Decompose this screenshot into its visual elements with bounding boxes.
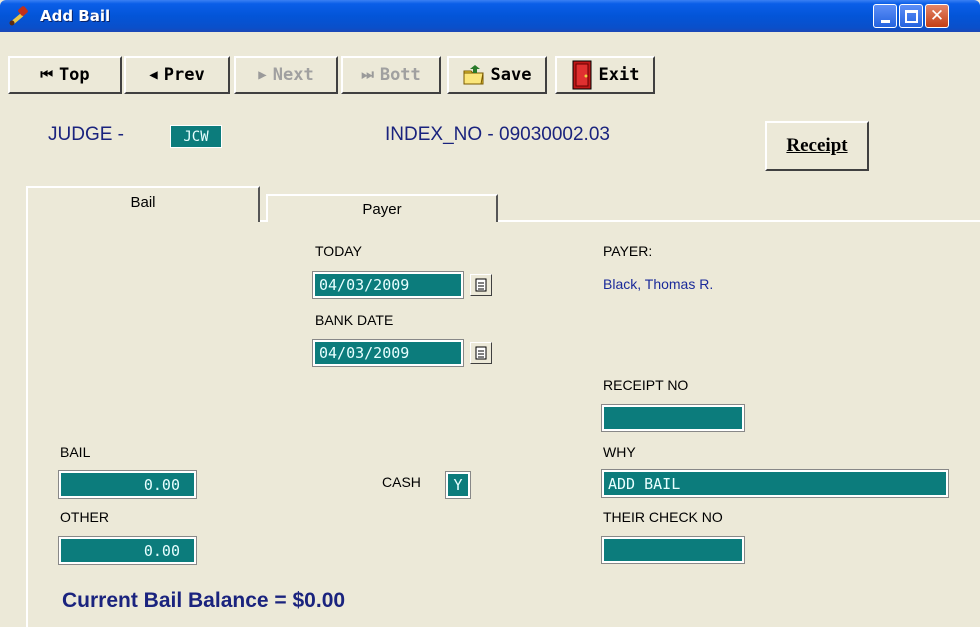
index-number: INDEX_NO - 09030002.03 [385, 124, 610, 145]
other-amount-field[interactable]: 0.00 [58, 536, 197, 565]
window-title: Add Bail [40, 7, 111, 25]
why-field[interactable]: ADD BAIL [601, 469, 949, 498]
today-label: TODAY [315, 243, 362, 259]
prev-button[interactable]: ◀ Prev [124, 56, 230, 94]
their-check-no-label: THEIR CHECK NO [603, 509, 723, 525]
exit-button-label: Exit [598, 65, 640, 85]
maximize-icon [904, 9, 918, 23]
receipt-button[interactable]: Receipt [765, 121, 869, 171]
tab-payer[interactable]: Payer [266, 194, 498, 222]
folder-save-icon [463, 65, 484, 85]
their-check-no-field[interactable] [601, 536, 745, 564]
receipt-no-label: RECEIPT NO [603, 377, 689, 393]
gavel-icon [9, 6, 28, 26]
receipt-button-label: Receipt [786, 135, 848, 156]
calendar-icon [475, 346, 487, 360]
close-icon: ✕ [929, 5, 945, 26]
exit-button[interactable]: Exit [555, 56, 655, 94]
tab-bail[interactable]: Bail [26, 186, 260, 222]
judge-field[interactable]: JCW [170, 125, 222, 148]
other-label: OTHER [60, 509, 109, 525]
exit-door-icon [572, 60, 592, 90]
bank-date-calendar-button[interactable] [470, 342, 492, 364]
calendar-icon [475, 278, 487, 292]
today-calendar-button[interactable] [470, 274, 492, 296]
tab-payer-label: Payer [362, 200, 402, 218]
bank-date-label: BANK DATE [315, 312, 394, 328]
minimize-icon [880, 19, 890, 23]
bank-date-field[interactable]: 04/03/2009 [312, 339, 464, 367]
save-button-label: Save [490, 65, 532, 85]
tab-bail-label: Bail [130, 193, 156, 211]
top-button-label: Top [58, 65, 90, 85]
cash-label: CASH [382, 474, 421, 490]
judge-label: JUDGE - [48, 124, 124, 145]
receipt-no-field[interactable] [601, 404, 745, 432]
prev-button-label: Prev [163, 65, 205, 85]
next-button[interactable]: ▶ Next [234, 56, 338, 94]
payer-name: Black, Thomas R. [603, 276, 714, 292]
bail-label: BAIL [60, 444, 91, 460]
minimize-button[interactable] [873, 4, 897, 28]
save-button[interactable]: Save [447, 56, 547, 94]
next-icon: ▶ [258, 67, 267, 83]
cash-field[interactable]: Y [445, 471, 471, 499]
payer-label: PAYER: [603, 243, 653, 259]
last-record-icon: ⏭ [361, 67, 374, 83]
previous-icon: ◀ [149, 67, 158, 83]
bail-amount-field[interactable]: 0.00 [58, 470, 197, 499]
bott-button[interactable]: ⏭ Bott [341, 56, 441, 94]
current-bail-balance: Current Bail Balance = $0.00 [62, 589, 346, 612]
maximize-button[interactable] [899, 4, 923, 28]
bail-tab-panel [26, 220, 980, 627]
title-bar[interactable]: Add Bail ✕ [0, 0, 980, 32]
bott-button-label: Bott [379, 65, 421, 85]
close-button[interactable]: ✕ [925, 4, 949, 28]
first-record-icon: ⏮ [40, 67, 53, 83]
top-button[interactable]: ⏮ Top [8, 56, 122, 94]
why-label: WHY [603, 444, 636, 460]
today-field[interactable]: 04/03/2009 [312, 271, 464, 299]
next-button-label: Next [272, 65, 314, 85]
